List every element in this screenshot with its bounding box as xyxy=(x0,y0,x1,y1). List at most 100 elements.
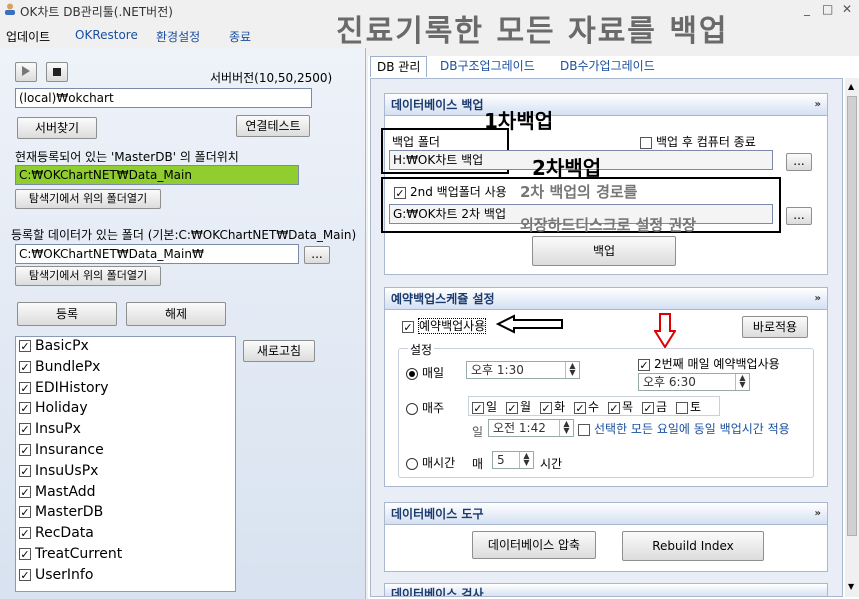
tools-section-header[interactable]: 데이터베이스 도구 » xyxy=(385,503,827,525)
database-item[interactable]: ✓ Insurance xyxy=(19,442,104,458)
shutdown-option[interactable]: 백업 후 컴퓨터 종료 xyxy=(640,133,756,150)
refresh-button[interactable]: 새로고침 xyxy=(243,340,315,362)
collapse-icon[interactable]: » xyxy=(815,94,821,116)
tab-db-structure-upgrade[interactable]: DB구조업그레이드 xyxy=(434,56,541,77)
spinner-icon[interactable]: ▲ ▼ xyxy=(735,374,749,390)
hourly-radio[interactable]: 매시간 xyxy=(406,454,455,471)
find-server-button[interactable]: 서버찾기 xyxy=(17,117,97,139)
database-checkbox[interactable]: ✓ xyxy=(19,548,31,560)
connect-test-button[interactable]: 연결테스트 xyxy=(236,115,310,137)
maximize-button[interactable]: □ xyxy=(822,2,833,16)
spinner-icon[interactable]: ▲ ▼ xyxy=(565,362,579,378)
database-checkbox[interactable]: ✓ xyxy=(19,464,31,477)
weekly-radio-button[interactable] xyxy=(406,402,418,415)
scroll-thumb[interactable] xyxy=(847,96,857,536)
database-item[interactable]: ✓ RecData xyxy=(19,525,94,541)
apply-now-button[interactable]: 바로적용 xyxy=(742,316,808,338)
weekday-checkbox[interactable]: ✓ xyxy=(608,401,620,414)
schedule-use-option[interactable]: ✓ 예약백업사용 xyxy=(402,317,487,334)
weekday-checkbox[interactable]: ✓ xyxy=(472,401,484,414)
second-backup-browse-button[interactable]: ... xyxy=(786,207,812,225)
play-button[interactable] xyxy=(15,62,37,82)
database-item[interactable]: ✓ TreatCurrent xyxy=(19,546,122,562)
database-checkbox[interactable]: ✓ xyxy=(19,360,31,373)
daily-radio-button[interactable] xyxy=(406,367,418,380)
hourly-input[interactable]: 5 ▲ ▼ xyxy=(492,451,534,469)
database-item[interactable]: ✓ InsuPx xyxy=(19,421,81,437)
database-checkbox[interactable]: ✓ xyxy=(19,444,31,456)
weekday-option[interactable]: ✓ 목 xyxy=(608,398,633,415)
server-input[interactable]: (local)₩okchart xyxy=(15,88,312,108)
backup-button[interactable]: 백업 xyxy=(532,236,676,266)
close-button[interactable]: ✕ xyxy=(842,2,852,16)
weekday-option[interactable]: ✓ 일 xyxy=(472,398,497,415)
compress-database-button[interactable]: 데이터베이스 압축 xyxy=(472,531,596,559)
open-explorer-button-1[interactable]: 탐색기에서 위의 폴더열기 xyxy=(15,189,161,209)
database-checkbox[interactable]: ✓ xyxy=(19,402,31,415)
second-backup-checkbox[interactable]: ✓ xyxy=(394,186,406,199)
schedule-section-header[interactable]: 예약백업스케쥴 설정 » xyxy=(385,288,827,310)
rebuild-index-button[interactable]: Rebuild Index xyxy=(622,531,764,561)
collapse-icon[interactable]: » xyxy=(815,288,821,310)
shutdown-checkbox[interactable] xyxy=(640,136,652,149)
database-checkbox[interactable]: ✓ xyxy=(19,568,31,581)
open-explorer-button-2[interactable]: 탐색기에서 위의 폴더열기 xyxy=(15,266,161,286)
stop-button[interactable] xyxy=(46,62,68,82)
register-button[interactable]: 등록 xyxy=(17,302,117,326)
database-item[interactable]: ✓ BasicPx xyxy=(19,338,89,354)
same-time-option[interactable]: 선택한 모든 요일에 동일 백업시간 적용 xyxy=(578,420,790,437)
weekday-checkbox[interactable]: ✓ xyxy=(506,401,518,414)
database-item[interactable]: ✓ BundlePx xyxy=(19,359,100,375)
data-folder-input[interactable]: C:₩OKChartNET₩Data_Main₩ xyxy=(15,244,299,264)
second-daily-checkbox[interactable]: ✓ xyxy=(638,358,650,371)
weekday-checkbox[interactable]: ✓ xyxy=(540,401,552,414)
database-checkbox[interactable]: ✓ xyxy=(19,340,31,352)
scroll-down-icon[interactable]: ▼ xyxy=(848,582,854,591)
database-checkbox[interactable]: ✓ xyxy=(19,423,31,436)
vertical-scrollbar[interactable]: ▲ ▼ xyxy=(845,78,859,597)
weekday-option[interactable]: ✓ 수 xyxy=(574,398,599,415)
tab-db-management[interactable]: DB 관리 xyxy=(370,56,428,77)
menu-exit[interactable]: 종료 xyxy=(229,28,251,45)
second-daily-option[interactable]: ✓ 2번째 매일 예약백업사용 xyxy=(638,355,780,372)
menu-update[interactable]: 업데이트 xyxy=(6,28,50,45)
backup-folder-browse-button[interactable]: ... xyxy=(786,153,812,171)
weekday-checkbox[interactable]: ✓ xyxy=(574,401,586,414)
daily-time-input[interactable]: 오후 1:30 ▲ ▼ xyxy=(466,361,580,379)
database-item[interactable]: ✓ EDIHistory xyxy=(19,380,109,396)
schedule-use-checkbox[interactable]: ✓ xyxy=(402,320,414,333)
spinner-icon[interactable]: ▲ ▼ xyxy=(519,452,533,468)
database-item[interactable]: ✓ MastAdd xyxy=(19,484,96,500)
weekday-checkbox[interactable] xyxy=(676,401,688,414)
weekly-radio[interactable]: 매주 xyxy=(406,399,444,416)
database-item[interactable]: ✓ UserInfo xyxy=(19,567,93,583)
scroll-up-icon[interactable]: ▲ xyxy=(848,82,854,91)
unregister-button[interactable]: 해제 xyxy=(126,302,226,326)
weekly-time-input[interactable]: 오전 1:42 ▲ ▼ xyxy=(488,419,574,437)
database-checkbox[interactable]: ✓ xyxy=(19,527,31,540)
menu-settings[interactable]: 환경설정 xyxy=(156,28,200,45)
same-time-checkbox[interactable] xyxy=(578,423,590,436)
database-checkbox[interactable]: ✓ xyxy=(19,506,31,519)
minimize-button[interactable]: _ xyxy=(804,2,810,16)
second-daily-time-input[interactable]: 오후 6:30 ▲ ▼ xyxy=(638,373,750,391)
database-item[interactable]: ✓ Holiday xyxy=(19,400,88,416)
inspect-section-header[interactable]: 데이터베이스 검사 xyxy=(385,584,827,596)
collapse-icon[interactable]: » xyxy=(815,503,821,525)
menu-okrestore[interactable]: OKRestore xyxy=(75,28,138,42)
backup-section-header[interactable]: 데이터베이스 백업 » xyxy=(385,94,827,116)
database-checkbox[interactable]: ✓ xyxy=(19,381,31,394)
hourly-radio-button[interactable] xyxy=(406,457,418,470)
database-item[interactable]: ✓ InsuUsPx xyxy=(19,463,98,479)
weekday-option[interactable]: 토 xyxy=(676,398,701,415)
tab-db-fee-upgrade[interactable]: DB수가업그레이드 xyxy=(554,56,661,77)
weekday-option[interactable]: ✓ 화 xyxy=(540,398,565,415)
daily-radio[interactable]: 매일 xyxy=(406,364,444,381)
spinner-icon[interactable]: ▲ ▼ xyxy=(559,420,573,436)
second-backup-option[interactable]: ✓ 2nd 백업폴더 사용 xyxy=(394,183,507,200)
weekday-option[interactable]: ✓ 월 xyxy=(506,398,531,415)
database-item[interactable]: ✓ MasterDB xyxy=(19,504,103,520)
weekday-checkbox[interactable]: ✓ xyxy=(642,401,654,414)
database-checkbox[interactable]: ✓ xyxy=(19,485,31,498)
weekday-option[interactable]: ✓ 금 xyxy=(642,398,667,415)
